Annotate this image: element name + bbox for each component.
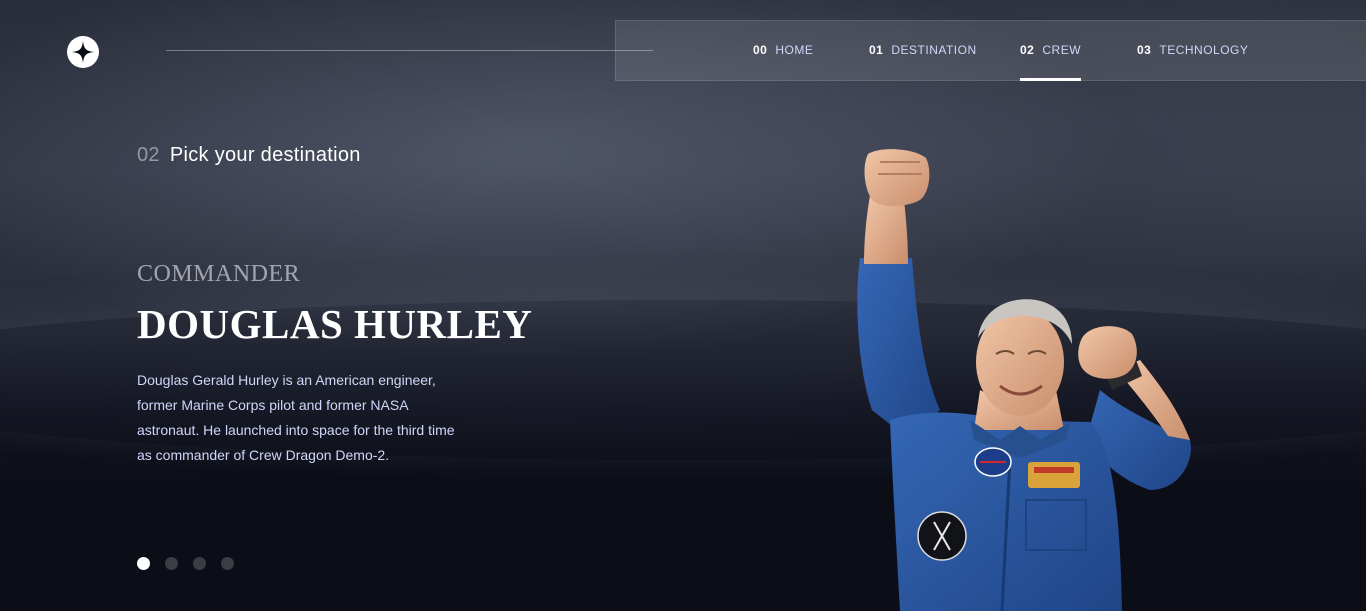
page-heading-title: Pick your destination <box>169 144 361 166</box>
main-nav: 00 HOME 01 DESTINATION 02 CREW 03 TECHNOLOGY <box>615 20 1366 81</box>
carousel-dot-4[interactable] <box>221 557 234 570</box>
nav-item-number: 01 <box>869 43 884 57</box>
nav-item-label: CREW <box>1042 43 1082 57</box>
nav-item-number: 03 <box>1137 43 1152 57</box>
astronaut-photo <box>850 140 1210 611</box>
page-heading-number: 02 <box>137 144 160 166</box>
nav-item-number: 02 <box>1020 43 1035 57</box>
star-logo-icon[interactable] <box>67 36 99 68</box>
nav-item-technology[interactable]: 03 TECHNOLOGY <box>1137 21 1248 81</box>
nav-item-label: TECHNOLOGY <box>1159 43 1249 57</box>
crew-role: COMMANDER <box>137 261 301 287</box>
page-heading: 02 Pick your destination <box>137 144 361 167</box>
carousel-dot-3[interactable] <box>193 557 206 570</box>
carousel-dot-1[interactable] <box>137 557 150 570</box>
crew-bio: Douglas Gerald Hurley is an American eng… <box>137 372 455 463</box>
nav-item-label: DESTINATION <box>891 43 977 57</box>
nav-item-destination[interactable]: 01 DESTINATION <box>869 21 977 81</box>
header-divider <box>166 50 653 51</box>
carousel-dot-2[interactable] <box>165 557 178 570</box>
nav-item-number: 00 <box>753 43 768 57</box>
nav-item-crew[interactable]: 02 CREW <box>1020 21 1082 81</box>
nav-item-label: HOME <box>775 43 814 57</box>
crew-name: DOUGLAS HURLEY <box>137 301 533 347</box>
nav-item-home[interactable]: 00 HOME <box>753 21 813 81</box>
